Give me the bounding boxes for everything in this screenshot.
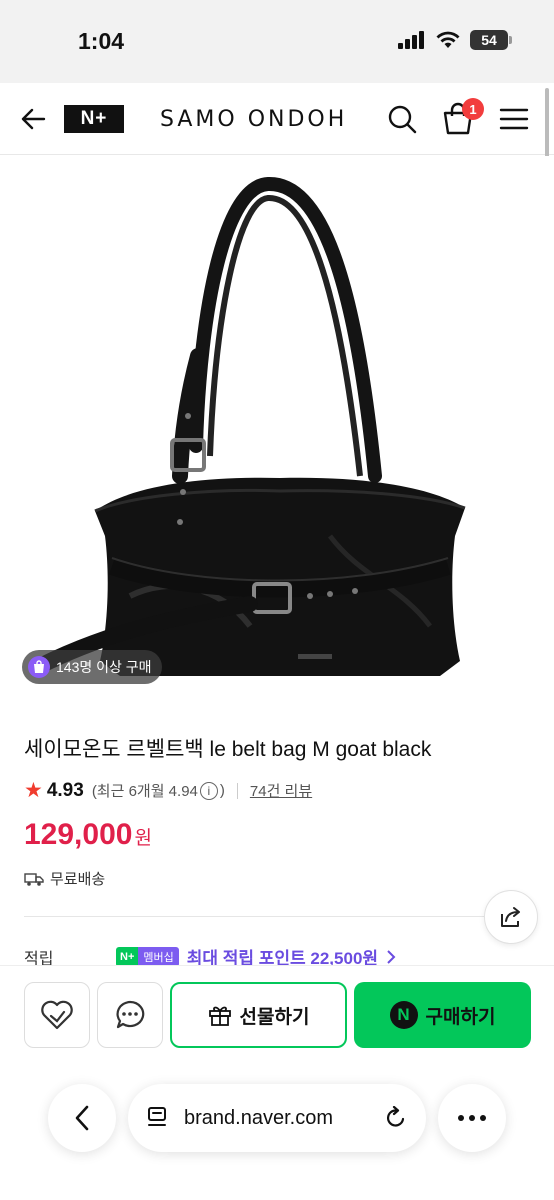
- cart-count-badge: 1: [462, 98, 484, 120]
- shipping-row: 무료배송: [24, 868, 105, 889]
- wishlist-button[interactable]: [24, 982, 90, 1048]
- rating-recent-text: (최근 6개월 4.94: [91, 783, 198, 800]
- more-options-button[interactable]: [438, 1084, 506, 1152]
- site-header: N+ SAMO ONDOH 1: [0, 83, 554, 155]
- membership-badge: N+ 멤버십: [116, 946, 179, 967]
- gift-icon: [208, 1006, 231, 1026]
- rating-value: 4.93: [46, 779, 84, 801]
- shipping-text: 무료배송: [50, 871, 106, 888]
- shopping-bag-icon: [28, 656, 50, 678]
- reload-icon[interactable]: [384, 1106, 408, 1130]
- chat-bubble-icon: [116, 1000, 145, 1029]
- address-bar[interactable]: brand.naver.com: [128, 1084, 426, 1152]
- share-button[interactable]: [484, 890, 538, 944]
- status-icons: 54: [398, 30, 512, 50]
- status-time: 1:04: [78, 28, 125, 54]
- url-text: brand.naver.com: [184, 1106, 333, 1129]
- chevron-right-icon: [387, 949, 396, 964]
- product-image[interactable]: [0, 156, 554, 696]
- back-arrow-icon[interactable]: [18, 103, 50, 135]
- heart-icon: [41, 1000, 73, 1030]
- search-icon[interactable]: [386, 103, 418, 135]
- browser-back-button[interactable]: [48, 1084, 116, 1152]
- hamburger-menu-icon[interactable]: [498, 103, 530, 135]
- naver-pay-icon: N: [389, 1001, 418, 1029]
- section-divider: [24, 916, 530, 917]
- wifi-icon: [436, 31, 460, 48]
- price-value: 129,000: [24, 818, 133, 851]
- buyers-count-text: 143명 이상 구매: [56, 659, 152, 675]
- status-bar: 1:04 54: [0, 0, 554, 83]
- product-title: 세이모온도 르벨트백 le belt bag M goat black: [24, 738, 432, 761]
- rating-recent-suffix: ): [219, 782, 225, 799]
- price-row: 129,000 원: [24, 818, 152, 852]
- info-icon[interactable]: i: [199, 781, 218, 800]
- star-icon: ★: [24, 779, 43, 802]
- review-count-link[interactable]: 74건 리뷰: [250, 780, 312, 801]
- signal-icon: [398, 31, 424, 49]
- delivery-truck-icon: [24, 872, 44, 886]
- share-icon: [501, 907, 520, 927]
- rating-divider: [236, 782, 238, 799]
- buyers-count-badge: 143명 이상 구매: [22, 650, 162, 684]
- membership-badge-text: 멤버십: [138, 946, 179, 967]
- nplus-logo[interactable]: N+: [64, 105, 124, 133]
- brand-name[interactable]: SAMO ONDOH: [160, 107, 347, 132]
- browser-toolbar: brand.naver.com: [0, 1062, 554, 1200]
- buy-button[interactable]: N 구매하기: [354, 982, 531, 1048]
- rating-row: ★ 4.93 (최근 6개월 4.94 i ) 74건 리뷰: [24, 778, 312, 803]
- page-tab-icon: [148, 1107, 166, 1126]
- gift-button[interactable]: 선물하기: [170, 982, 347, 1048]
- battery-indicator: 54: [470, 30, 512, 50]
- buy-button-label: 구매하기: [425, 1006, 496, 1028]
- gift-button-label: 선물하기: [239, 1006, 310, 1028]
- ellipsis-icon: [458, 1115, 486, 1121]
- chevron-left-icon: [75, 1105, 89, 1131]
- membership-badge-n: N+: [116, 946, 139, 967]
- talk-talk-button[interactable]: [97, 982, 163, 1048]
- purchase-action-bar: 선물하기 N 구매하기: [0, 965, 554, 1061]
- price-unit: 원: [134, 828, 152, 849]
